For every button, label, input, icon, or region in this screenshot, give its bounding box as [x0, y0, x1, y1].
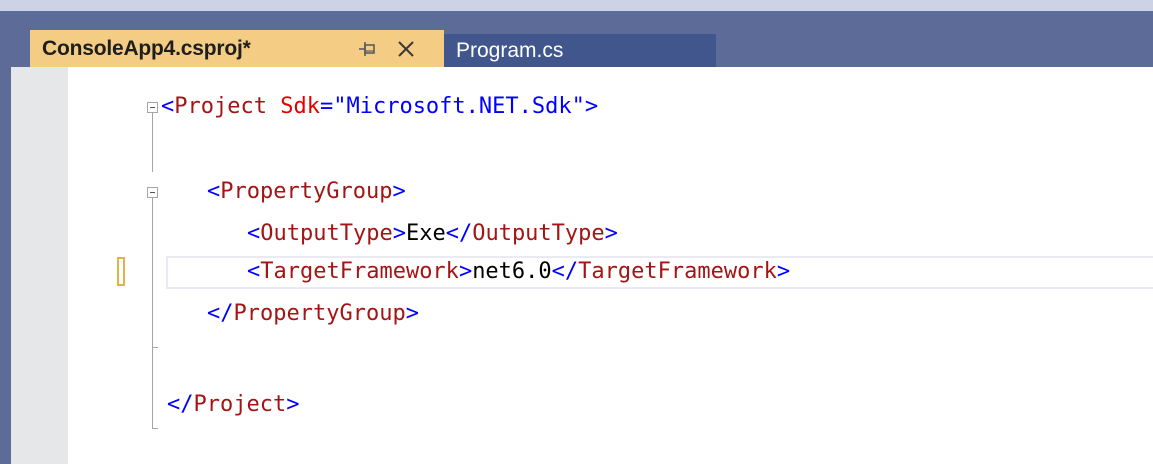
xml-bracket: < [247, 221, 261, 246]
xml-attribute: Sdk [280, 94, 320, 119]
outline-guide [152, 198, 153, 347]
collapse-icon[interactable] [147, 187, 158, 198]
code-line: <Project Sdk="Microsoft.NET.Sdk"> [161, 92, 598, 122]
xml-tag: TargetFramework [578, 259, 777, 284]
xml-bracket: < [207, 179, 221, 204]
close-icon[interactable] [395, 38, 417, 60]
outline-guide [152, 348, 153, 428]
xml-tag: OutputType [260, 221, 393, 246]
xml-bracket: > [286, 392, 300, 417]
xml-bracket: > [392, 221, 406, 246]
xml-text: net6.0 [472, 259, 552, 284]
xml-tag: OutputType [472, 221, 605, 246]
editor-gutter [11, 67, 68, 464]
window-left-edge [0, 11, 11, 464]
code-line: <TargetFramework>net6.0</TargetFramework… [247, 257, 790, 287]
code-line: <PropertyGroup> [207, 177, 406, 207]
xml-equals: = [319, 94, 334, 119]
code-line: </Project> [167, 390, 299, 420]
pin-icon[interactable] [357, 39, 379, 59]
tab-label: Program.cs [456, 38, 564, 62]
collapse-icon[interactable] [147, 102, 158, 113]
xml-bracket: </ [445, 221, 473, 246]
xml-tag: Project [174, 94, 267, 119]
tab-program-cs[interactable]: Program.cs [444, 34, 716, 67]
outline-guide [152, 428, 158, 429]
xml-bracket: > [392, 179, 406, 204]
xml-tag: Project [193, 392, 287, 417]
xml-tag: PropertyGroup [233, 301, 406, 326]
xml-attribute-value: "Microsoft.NET.Sdk" [333, 94, 585, 119]
xml-bracket: > [405, 301, 419, 326]
xml-bracket: > [584, 94, 599, 119]
tab-label: ConsoleApp4.csproj* [42, 36, 251, 60]
xml-text: Exe [405, 221, 446, 246]
title-strip [0, 0, 1153, 11]
xml-bracket: < [247, 259, 261, 284]
code-line: <OutputType>Exe</OutputType> [247, 219, 618, 249]
xml-bracket: </ [167, 392, 194, 417]
tab-consoleapp4-csproj[interactable]: ConsoleApp4.csproj* [30, 30, 444, 67]
unsaved-change-marker [117, 257, 125, 286]
outline-guide [152, 113, 153, 172]
xml-bracket: </ [551, 259, 579, 284]
xml-tag: PropertyGroup [220, 179, 393, 204]
xml-bracket: < [161, 94, 175, 119]
xml-bracket: </ [207, 301, 234, 326]
xml-bracket: > [604, 221, 618, 246]
xml-bracket: > [776, 259, 791, 284]
code-line: </PropertyGroup> [207, 299, 419, 329]
code-editor[interactable]: <Project Sdk="Microsoft.NET.Sdk"> <Prope… [11, 67, 1153, 464]
xml-bracket: > [458, 259, 473, 284]
xml-tag: TargetFramework [260, 259, 459, 284]
